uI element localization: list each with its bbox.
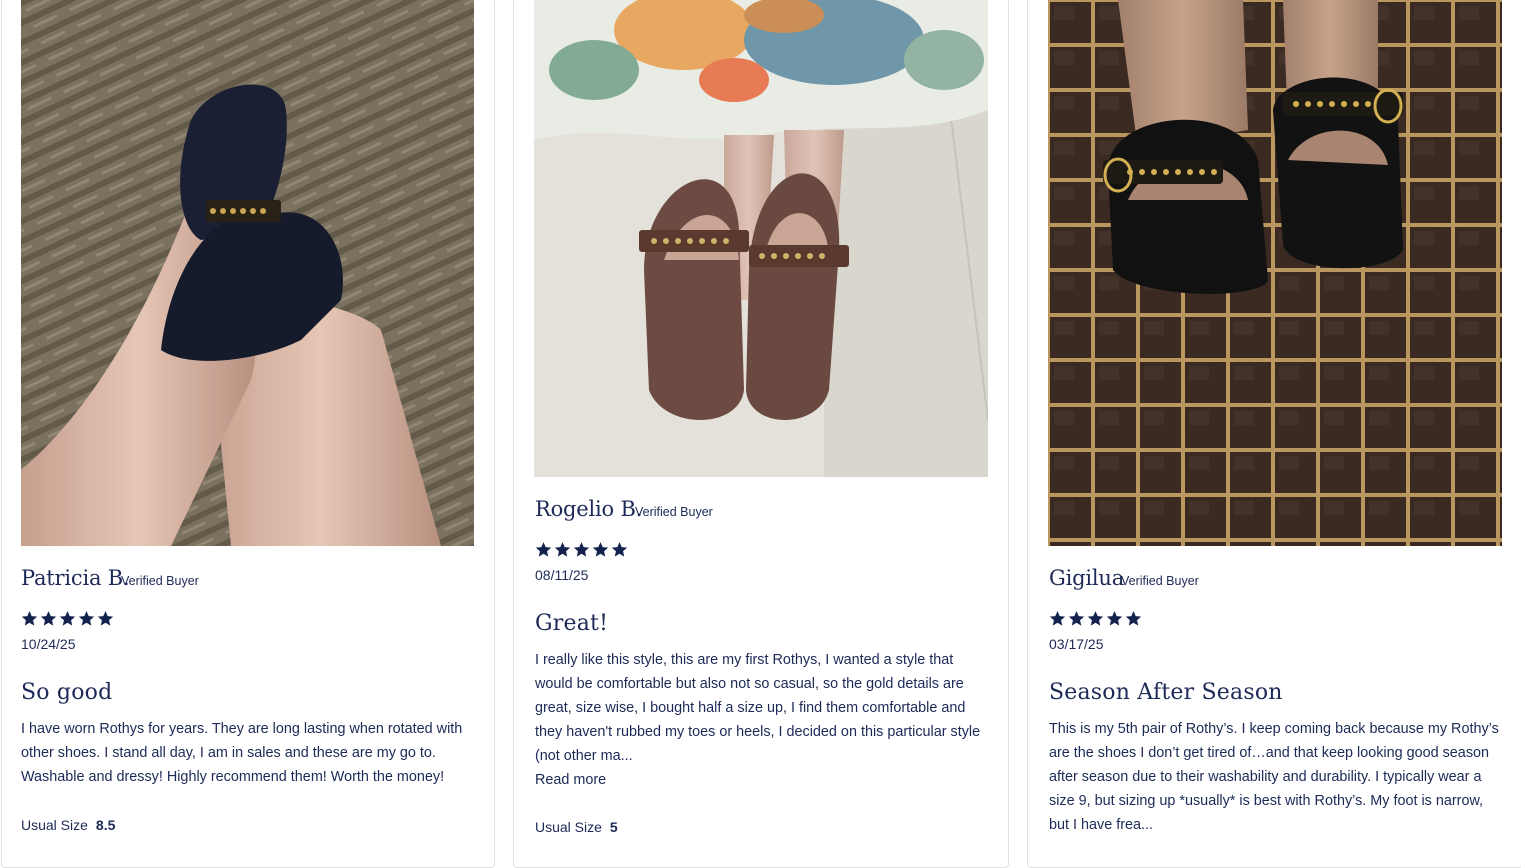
star-rating — [535, 541, 628, 558]
star-icon — [59, 611, 76, 626]
star-icon — [1125, 611, 1142, 626]
star-icon — [611, 542, 628, 557]
usual-size: Usual Size 8.5 — [21, 817, 115, 833]
review-photo[interactable] — [534, 0, 988, 477]
review-body: I have worn Rothys for years. They are l… — [21, 721, 463, 785]
star-icon — [1049, 611, 1066, 626]
review-title: So good — [21, 680, 113, 705]
star-icon — [573, 542, 590, 557]
review-title: Great! — [535, 611, 609, 636]
usual-size: Usual Size 5 — [535, 819, 618, 835]
usual-size-value: 8.5 — [95, 817, 116, 833]
star-icon — [592, 542, 609, 557]
reviewer-name: Gigilua — [1049, 566, 1125, 590]
star-icon — [1068, 611, 1085, 626]
star-icon — [554, 542, 571, 557]
usual-size-value: 5 — [609, 819, 618, 835]
usual-size-label: Usual Size — [535, 819, 602, 835]
star-icon — [40, 611, 57, 626]
reviewer-name: Rogelio B. — [535, 497, 643, 521]
verified-buyer-badge: Verified Buyer — [1121, 574, 1199, 588]
review-date: 03/17/25 — [1049, 636, 1104, 652]
read-more-link[interactable]: Read more — [535, 772, 606, 788]
star-icon — [97, 611, 114, 626]
review-body: I really like this style, this are my fi… — [535, 652, 981, 764]
review-photo[interactable] — [1048, 0, 1502, 546]
star-icon — [1087, 611, 1104, 626]
star-rating — [1049, 610, 1142, 627]
verified-buyer-badge: Verified Buyer — [635, 505, 713, 519]
review-photo[interactable] — [21, 0, 474, 546]
review-date: 08/11/25 — [535, 567, 589, 583]
review-date: 10/24/25 — [21, 636, 76, 652]
star-icon — [21, 611, 38, 626]
star-icon — [78, 611, 95, 626]
review-title: Season After Season — [1049, 680, 1283, 705]
verified-buyer-badge: Verified Buyer — [121, 574, 199, 588]
star-rating — [21, 610, 114, 627]
reviewer-name: Patricia B. — [21, 566, 130, 590]
star-icon — [535, 542, 552, 557]
review-body: This is my 5th pair of Rothy’s. I keep c… — [1049, 721, 1499, 833]
usual-size-label: Usual Size — [21, 817, 88, 833]
star-icon — [1106, 611, 1123, 626]
